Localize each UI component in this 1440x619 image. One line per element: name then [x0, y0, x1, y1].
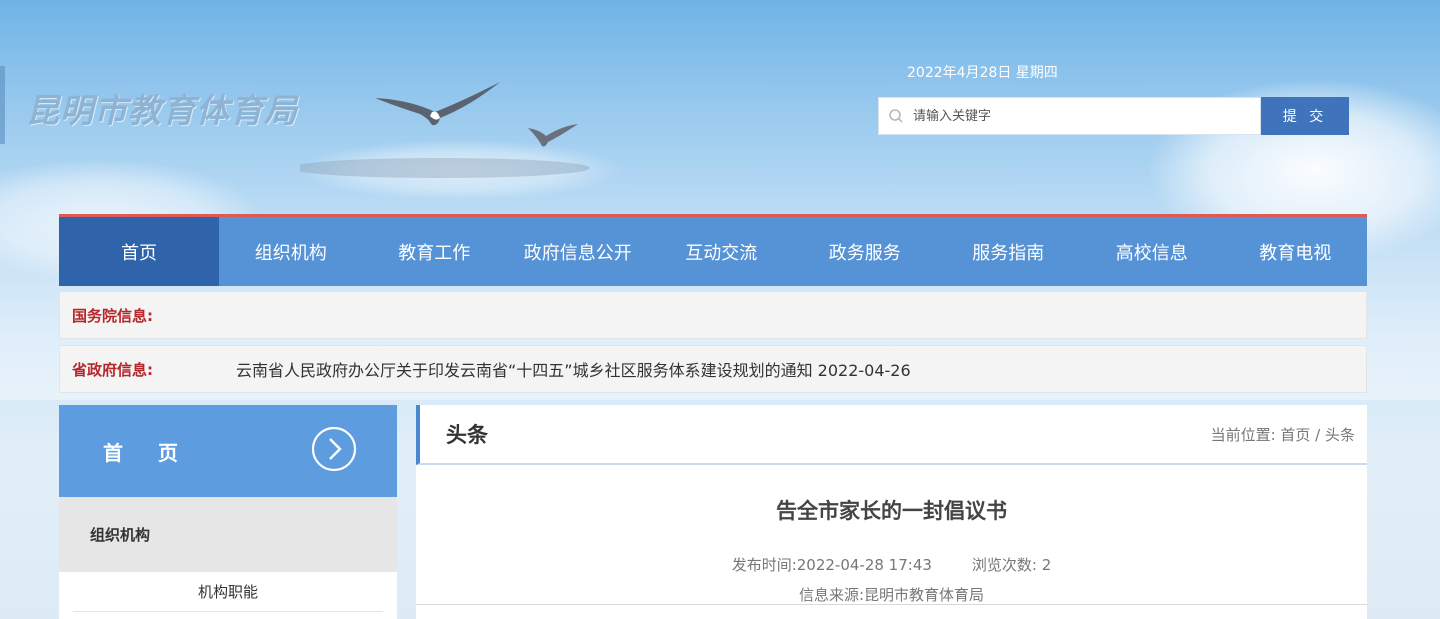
sidebar-title: 首 页	[103, 440, 192, 465]
nav-item-education-work[interactable]: 教育工作	[363, 217, 507, 286]
nav-item-interaction[interactable]: 互动交流	[650, 217, 794, 286]
view-count: 浏览次数: 2	[971, 556, 1052, 574]
logo-accent-bar	[0, 66, 5, 144]
section-title: 头条	[446, 423, 488, 447]
sidebar-item-functions[interactable]: 机构职能	[73, 572, 383, 612]
state-council-label: 国务院信息:	[72, 306, 153, 325]
main-content: 头条 当前位置: 首页 / 头条 告全市家长的一封倡议书 发布时间:2022-0…	[416, 405, 1367, 619]
province-info-row: 省政府信息: 云南省人民政府办公厅关于印发云南省“十四五”城乡社区服务体系建设规…	[59, 345, 1367, 393]
sidebar-category[interactable]: 组织机构	[59, 497, 397, 572]
publish-time: 发布时间:2022-04-28 17:43	[731, 556, 932, 574]
search-box	[878, 97, 1261, 135]
seagull-icon	[300, 82, 590, 178]
current-date: 2022年4月28日 星期四	[907, 65, 1058, 81]
search-input[interactable]	[913, 98, 1260, 134]
article-title: 告全市家长的一封倡议书	[776, 499, 1007, 523]
sidebar: 首 页 组织机构 机构职能	[59, 405, 397, 619]
breadcrumb: 当前位置: 首页 / 头条	[1210, 425, 1355, 444]
article-meta: 发布时间:2022-04-28 17:43 浏览次数: 2	[416, 554, 1367, 575]
search-icon	[879, 97, 913, 135]
province-label: 省政府信息:	[72, 360, 153, 379]
nav-item-home[interactable]: 首页	[59, 217, 219, 286]
nav-item-service-guide[interactable]: 服务指南	[937, 217, 1081, 286]
nav-item-education-tv[interactable]: 教育电视	[1224, 217, 1368, 286]
content-header: 头条 当前位置: 首页 / 头条	[416, 405, 1367, 465]
divider	[416, 604, 1367, 605]
chevron-right-circle-icon[interactable]	[311, 426, 357, 476]
state-council-info-row: 国务院信息:	[59, 291, 1367, 339]
article-source: 信息来源:昆明市教育体育局	[798, 586, 985, 604]
main-nav: 首页 组织机构 教育工作 政府信息公开 互动交流 政务服务 服务指南 高校信息 …	[59, 214, 1367, 286]
site-logo: 昆明市教育体育局	[26, 91, 298, 130]
nav-item-organization[interactable]: 组织机构	[219, 217, 363, 286]
nav-item-gov-services[interactable]: 政务服务	[793, 217, 937, 286]
sidebar-header: 首 页	[59, 405, 397, 497]
submit-button[interactable]: 提 交	[1261, 97, 1349, 135]
nav-item-university-info[interactable]: 高校信息	[1080, 217, 1224, 286]
province-news-link[interactable]: 云南省人民政府办公厅关于印发云南省“十四五”城乡社区服务体系建设规划的通知 20…	[236, 357, 911, 381]
nav-item-gov-info-disclosure[interactable]: 政府信息公开	[506, 217, 650, 286]
